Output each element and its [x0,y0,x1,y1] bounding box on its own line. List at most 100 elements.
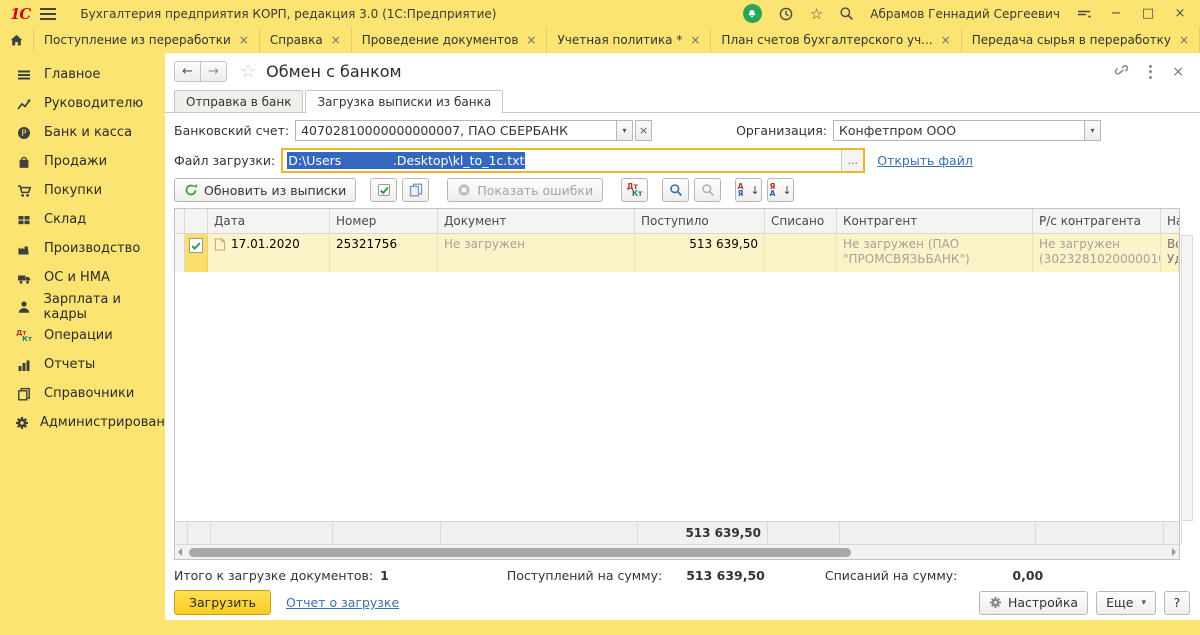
copy-button[interactable] [402,178,429,202]
settings-button[interactable]: Настройка [979,591,1088,615]
header-counterparty[interactable]: Контрагент [837,209,1033,233]
tab-close-icon[interactable]: × [239,33,249,47]
cell-number[interactable]: 25321756 [330,234,438,272]
tab-spravka[interactable]: Справка× [260,27,352,53]
statements-table: Дата Номер Документ Поступило Списано Ко… [174,208,1193,560]
tab-peredacha-syrya[interactable]: Передача сырья в переработку× [962,27,1200,53]
sidebar-item-prodazhi[interactable]: Продажи [0,147,165,176]
scrollbar-thumb[interactable] [189,548,851,557]
bank-account-clear-icon[interactable]: × [635,120,652,141]
back-button[interactable]: ← [174,61,201,82]
row-checkbox[interactable] [189,238,203,253]
service-menu-button[interactable] [1076,7,1092,21]
help-button[interactable]: ? [1164,591,1190,615]
table-row[interactable]: 17.01.2020 25321756 Не загружен 513 639,… [175,234,1179,272]
header-document[interactable]: Документ [438,209,635,233]
cell-written-off[interactable] [765,234,837,272]
open-file-link[interactable]: Открыть файл [877,153,973,168]
sidebar-item-glavnoe[interactable]: Главное [0,60,165,89]
history-icon [778,6,794,22]
file-field[interactable]: D:\Users .Desktop\kl_to_1c.txt ... [281,148,865,173]
check-document-icon [377,183,391,197]
refresh-from-statement-button[interactable]: Обновить из выписки [174,178,356,202]
sort-descending-button[interactable]: ЯА↓ [767,178,794,202]
cell-date[interactable]: 17.01.2020 [208,234,330,272]
header-number[interactable]: Номер [330,209,438,233]
tab-provedenie-dokumentov[interactable]: Проведение документов× [352,27,548,53]
favorite-star-icon[interactable]: ☆ [240,61,256,82]
tab-close-icon[interactable]: × [690,33,700,47]
cell-received[interactable]: 513 639,50 [635,234,765,272]
favorites-button[interactable]: ☆ [810,5,823,23]
subtab-zagruzka-vypiski[interactable]: Загрузка выписки из банка [305,90,503,113]
notifications-button[interactable] [743,4,762,23]
sidebar-item-pokupki[interactable]: Покупки [0,176,165,205]
written-sum-label: Списаний на сумму: [825,568,958,583]
sidebar-item-rukovoditelyu[interactable]: Руководителю [0,89,165,118]
sidebar-item-administrirovanie[interactable]: Администрирование [0,408,165,437]
row-checkbox-cell[interactable] [185,234,208,272]
maximize-button[interactable]: □ [1140,6,1156,21]
header-counterparty-account[interactable]: Р/с контрагента [1033,209,1161,233]
load-report-link[interactable]: Отчет о загрузке [286,595,399,610]
home-tab[interactable] [0,27,34,53]
cell-truncated[interactable]: ВоУд [1161,234,1179,272]
more-button[interactable]: Еще▾ [1096,591,1156,615]
tab-uchetnaya-politika[interactable]: Учетная политика *× [547,27,711,53]
forward-button[interactable]: → [200,61,227,82]
header-written-off[interactable]: Списано [765,209,837,233]
history-button[interactable] [778,6,794,22]
subtab-otpravka-v-bank[interactable]: Отправка в банк [174,90,303,112]
header-truncated[interactable]: На [1161,209,1179,233]
organization-field[interactable]: Конфетпром ООО [833,120,1085,141]
chevron-down-icon: ▾ [1141,598,1146,608]
browse-button[interactable]: ... [841,150,863,171]
trend-chart-icon [15,97,33,111]
organization-dropdown-icon[interactable]: ▾ [1084,120,1101,141]
dt-kt-button[interactable]: ДтКт [621,178,648,202]
sidebar-item-sklad[interactable]: Склад [0,205,165,234]
tab-plan-schetov[interactable]: План счетов бухгалтерского уч...× [711,27,961,53]
link-icon[interactable] [1114,64,1129,79]
header-date[interactable]: Дата [208,209,330,233]
sidebar-item-zarplata-i-kadry[interactable]: Зарплата и кадры [0,292,165,321]
cell-counterparty-account[interactable]: Не загружен(30232810200000109… [1033,234,1161,272]
cell-document[interactable]: Не загружен [438,234,635,272]
bell-icon [746,8,758,20]
vertical-scrollbar[interactable] [1181,235,1193,521]
tab-close-icon[interactable]: × [941,33,951,47]
sidebar-item-proizvodstvo[interactable]: Производство [0,234,165,263]
tab-close-icon[interactable]: × [1179,33,1189,47]
mark-button[interactable] [370,178,397,202]
load-button[interactable]: Загрузить [174,590,271,615]
scroll-right-icon[interactable] [1172,548,1176,556]
sidebar-item-operacii[interactable]: ДтКтОперации [0,321,165,350]
main-menu-icon[interactable] [40,8,56,20]
close-form-icon[interactable]: × [1172,64,1184,80]
service-menu-icon [1076,7,1092,21]
tab-close-icon[interactable]: × [331,33,341,47]
search-button[interactable] [839,6,854,21]
sidebar-item-otchety[interactable]: Отчеты [0,350,165,379]
minimize-button[interactable]: − [1108,6,1124,21]
tab-close-icon[interactable]: × [526,33,536,47]
bank-account-dropdown-icon[interactable]: ▾ [616,120,633,141]
grid-icon [15,213,33,227]
sidebar-item-os-i-nma[interactable]: ОС и НМА [0,263,165,292]
sort-ascending-button[interactable]: АЯ↓ [735,178,762,202]
current-user[interactable]: Абрамов Геннадий Сергеевич [870,7,1060,21]
header-received[interactable]: Поступило [635,209,765,233]
more-menu-icon[interactable] [1149,65,1152,79]
tab-postuplenie-iz-pererabotki[interactable]: Поступление из переработки× [34,27,260,53]
cell-counterparty[interactable]: Не загружен (ПАО "ПРОМСВЯЗЬБАНК") [837,234,1033,272]
window-tab-bar: Поступление из переработки× Справка× Про… [0,27,1200,53]
scroll-left-icon[interactable] [178,548,182,556]
bank-account-field[interactable]: 40702810000000000007, ПАО СБЕРБАНК [295,120,617,141]
find-button[interactable] [662,178,689,202]
sidebar-item-bank-i-kassa[interactable]: РБанк и касса [0,118,165,147]
bottom-strip [0,620,1200,635]
sidebar-item-spravochniki[interactable]: Справочники [0,379,165,408]
horizontal-scrollbar[interactable] [175,544,1179,559]
close-window-button[interactable]: × [1172,6,1188,21]
dt-kt-icon: ДтКт [627,183,642,197]
